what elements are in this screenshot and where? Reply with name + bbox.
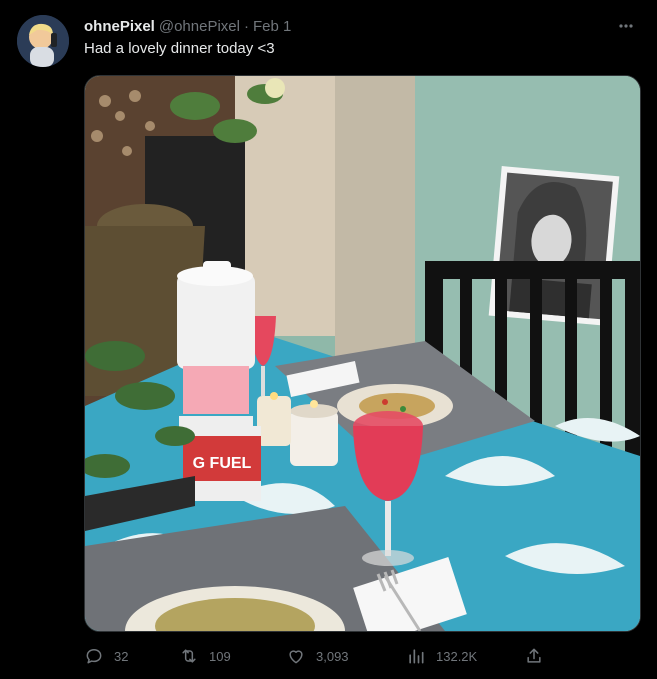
views-icon <box>409 649 424 664</box>
retweet-count: 109 <box>209 648 231 664</box>
avatar-image <box>17 15 69 67</box>
more-icon[interactable] <box>615 15 637 37</box>
reply-count: 32 <box>114 648 129 664</box>
share-icon <box>527 648 541 663</box>
share-button[interactable] <box>524 642 544 670</box>
dinner-photo: G FUEL <box>85 76 640 631</box>
gfuel-label: G FUEL <box>193 455 252 472</box>
separator-dot: · <box>243 17 249 35</box>
reply-icon <box>86 649 102 664</box>
like-button[interactable]: 3,093 <box>286 642 349 670</box>
avatar[interactable] <box>17 15 69 67</box>
display-name[interactable]: ohnePixel <box>84 18 155 35</box>
tweet-header: ohnePixel @ohnePixel · Feb 1 <box>84 15 637 37</box>
tweet-actions: 32 109 3,093 132.2K <box>84 642 554 670</box>
like-count: 3,093 <box>316 648 349 664</box>
heart-icon <box>289 650 303 664</box>
tweet-text: Had a lovely dinner today <3 <box>84 40 275 57</box>
reply-button[interactable]: 32 <box>84 642 128 670</box>
tweet-photo[interactable]: G FUEL <box>84 75 641 632</box>
user-handle[interactable]: @ohnePixel <box>159 18 240 35</box>
retweet-icon <box>182 649 196 663</box>
views-count: 132.2K <box>436 648 478 664</box>
retweet-button[interactable]: 109 <box>179 642 231 670</box>
views-button[interactable]: 132.2K <box>406 642 477 670</box>
tweet-date[interactable]: Feb 1 <box>253 18 291 35</box>
